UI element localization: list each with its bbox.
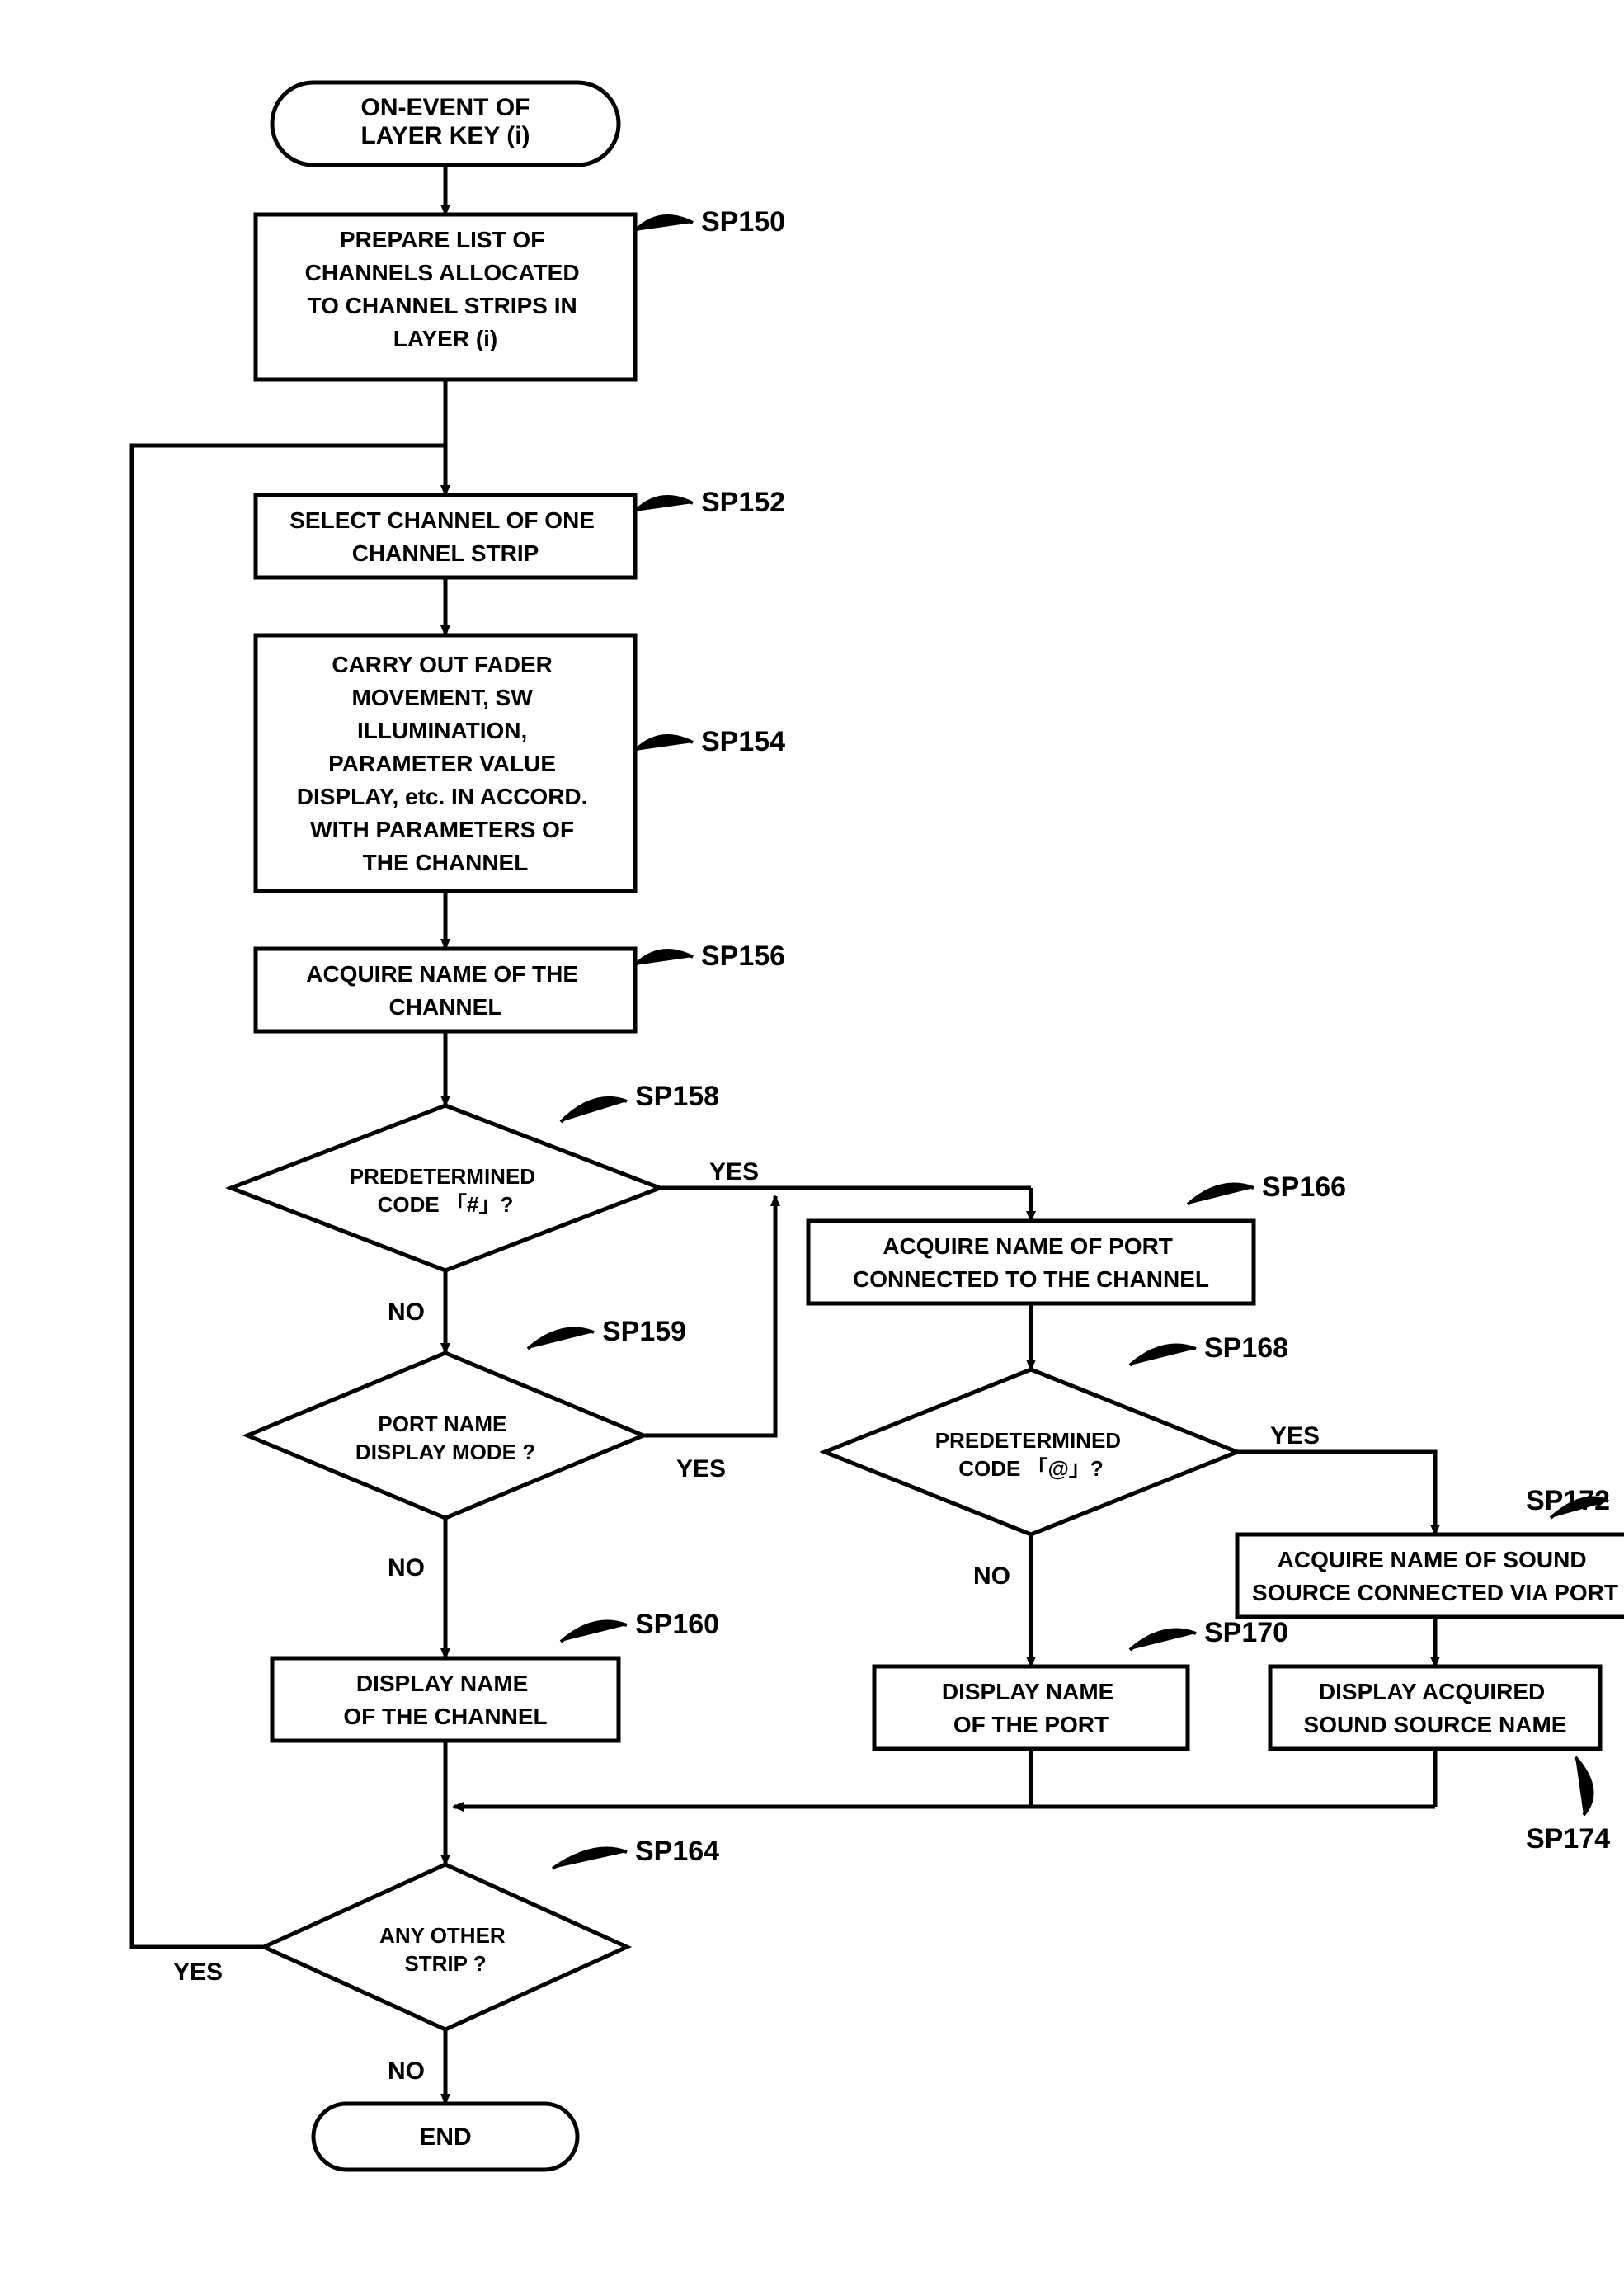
node-end: END bbox=[313, 2104, 577, 2170]
svg-text:NO: NO bbox=[388, 1554, 425, 1581]
svg-text:SP152: SP152 bbox=[701, 487, 785, 518]
flowchart: .shape { fill: white; stroke: black; str… bbox=[33, 33, 1624, 2239]
node-sp152: SELECT CHANNEL OF ONE CHANNEL STRIP SP15… bbox=[256, 487, 785, 577]
node-sp164: ANY OTHER STRIP ? SP164 bbox=[264, 1836, 719, 2029]
node-sp174: DISPLAY ACQUIRED SOUND SOURCE NAME SP174 bbox=[1270, 1666, 1610, 1855]
svg-text:SP164: SP164 bbox=[635, 1836, 719, 1867]
node-sp170: DISPLAY NAME OF THE PORT SP170 bbox=[874, 1617, 1288, 1749]
node-sp156: ACQUIRE NAME OF THE CHANNEL SP156 bbox=[256, 940, 785, 1031]
svg-text:SP166: SP166 bbox=[1262, 1171, 1346, 1203]
svg-text:SP168: SP168 bbox=[1204, 1332, 1288, 1364]
svg-text:SP159: SP159 bbox=[602, 1316, 686, 1347]
node-sp160: DISPLAY NAME OF THE CHANNEL SP160 bbox=[272, 1609, 719, 1741]
node-sp168: PREDETERMINED CODE 「@」? SP168 bbox=[825, 1332, 1288, 1534]
svg-text:SP174: SP174 bbox=[1526, 1823, 1610, 1855]
svg-text:ON-EVENT OFLAYER KEY (i): ON-EVENT OFLAYER KEY (i) bbox=[360, 94, 530, 149]
svg-text:NO: NO bbox=[388, 1299, 425, 1326]
svg-text:NO: NO bbox=[973, 1563, 1010, 1590]
svg-text:SP172: SP172 bbox=[1526, 1485, 1610, 1516]
svg-text:SP170: SP170 bbox=[1204, 1617, 1288, 1648]
svg-text:SP156: SP156 bbox=[701, 940, 785, 972]
svg-text:SP158: SP158 bbox=[635, 1081, 719, 1112]
svg-text:SP160: SP160 bbox=[635, 1609, 719, 1640]
svg-text:YES: YES bbox=[1270, 1422, 1320, 1449]
svg-text:NO: NO bbox=[388, 2058, 425, 2085]
node-sp154: CARRY OUT FADER MOVEMENT, SW ILLUMINATIO… bbox=[256, 635, 785, 891]
node-sp166: ACQUIRE NAME OF PORT CONNECTED TO THE CH… bbox=[808, 1171, 1346, 1303]
svg-text:YES: YES bbox=[709, 1158, 759, 1185]
node-sp158: PREDETERMINED CODE 「#」? SP158 bbox=[231, 1081, 719, 1270]
svg-text:SP150: SP150 bbox=[701, 206, 785, 238]
svg-text:YES: YES bbox=[676, 1455, 726, 1482]
node-sp150: PREPARE LIST OF CHANNELS ALLOCATED TO CH… bbox=[256, 206, 785, 379]
node-sp159: PORT NAME DISPLAY MODE ? SP159 bbox=[247, 1316, 686, 1518]
svg-text:END: END bbox=[419, 2124, 471, 2151]
svg-text:YES: YES bbox=[173, 1959, 223, 1986]
svg-text:SP154: SP154 bbox=[701, 726, 785, 757]
node-sp172: ACQUIRE NAME OF SOUND SOURCE CONNECTED V… bbox=[1237, 1485, 1624, 1617]
node-start: ON-EVENT OFLAYER KEY (i) bbox=[272, 82, 619, 165]
